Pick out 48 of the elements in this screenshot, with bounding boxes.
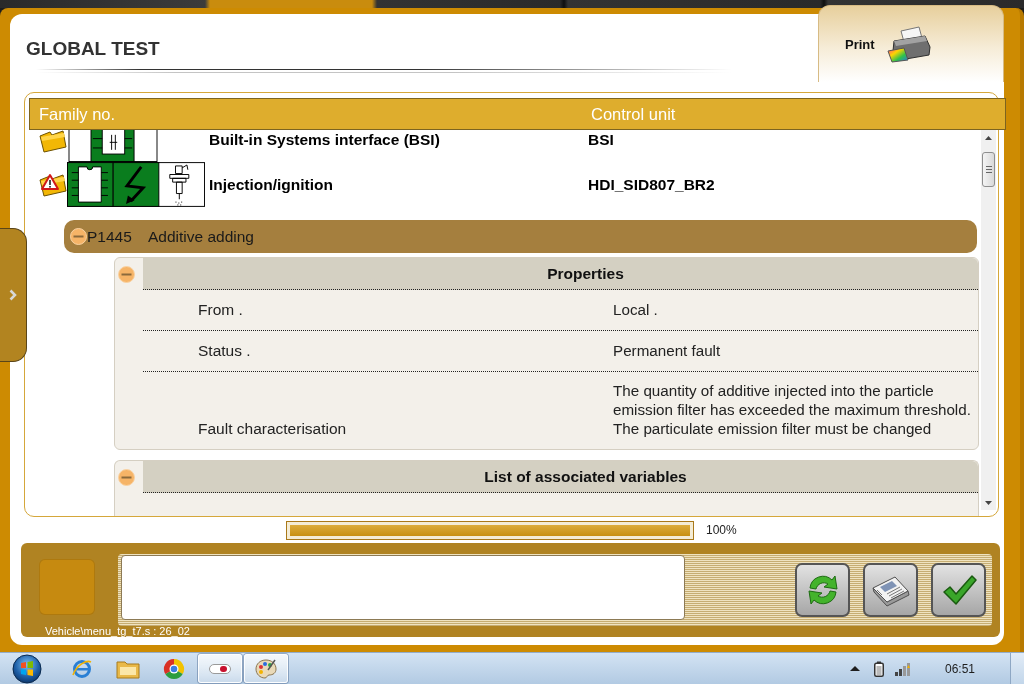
section-header: List of associated variables	[143, 461, 978, 493]
fault-description: Additive adding	[148, 227, 254, 246]
column-header: Control unit	[591, 104, 676, 124]
battery-icon[interactable]	[873, 660, 884, 677]
printer-icon	[886, 25, 931, 63]
property-label: From .	[198, 301, 243, 319]
property-label: Fault characterisation	[198, 420, 347, 438]
table-cell: Injection/ignition	[209, 175, 333, 194]
property-value: The quantity of additive injected into the particle emission filter has exceeded the maximum threshold. The particulate emission filter must be changed	[613, 381, 972, 438]
table-cell: Built-in Systems interface (BSI)	[209, 131, 440, 149]
confirm-button[interactable]	[931, 563, 986, 617]
side-panel-tab[interactable]	[0, 228, 27, 362]
collapse-icon[interactable]	[118, 469, 135, 486]
palette-icon	[255, 658, 277, 679]
section-header: Properties	[143, 258, 978, 290]
checkmark-icon	[940, 573, 977, 607]
fault-row[interactable]: P1445 Additive adding	[64, 220, 977, 253]
collapse-icon[interactable]	[70, 228, 87, 245]
folder-icon	[116, 658, 140, 679]
property-value: Permanent fault	[613, 341, 722, 360]
caret-up-icon[interactable]	[848, 665, 861, 672]
start-orb-icon	[12, 653, 42, 684]
property-label: Status .	[198, 342, 251, 360]
status-tile	[39, 559, 95, 615]
clock-text: 06:51	[944, 661, 975, 676]
scrollbar[interactable]	[981, 130, 996, 510]
scroll-up-icon[interactable]	[985, 136, 992, 140]
chevron-right-icon	[9, 289, 17, 301]
collapse-icon[interactable]	[118, 266, 135, 283]
browser-icon	[71, 657, 93, 680]
property-value: Local .	[613, 300, 659, 319]
file-path-text: Vehicle\menu_tg_t7.s : 26_02	[45, 626, 190, 637]
capsule-icon	[209, 663, 231, 674]
scroll-down-icon[interactable]	[985, 501, 992, 505]
taskbar-button[interactable]	[244, 654, 288, 683]
signal-icon[interactable]	[894, 661, 911, 676]
column-header: Family no.	[39, 104, 116, 124]
newspaper-button[interactable]	[863, 563, 918, 617]
print-button[interactable]: Print	[818, 5, 1004, 82]
fault-code: P1445	[87, 227, 132, 246]
refresh-button[interactable]	[795, 563, 850, 617]
color-wheel-icon	[163, 657, 185, 680]
progress-reading: 100%	[706, 523, 737, 537]
taskbar-button[interactable]	[198, 654, 242, 683]
scrollbar-thumb[interactable]	[982, 152, 995, 187]
table-cell: HDI_SID807_BR2	[588, 175, 715, 194]
window-title: GLOBAL TEST	[26, 38, 160, 60]
table-cell: BSI	[588, 131, 614, 149]
